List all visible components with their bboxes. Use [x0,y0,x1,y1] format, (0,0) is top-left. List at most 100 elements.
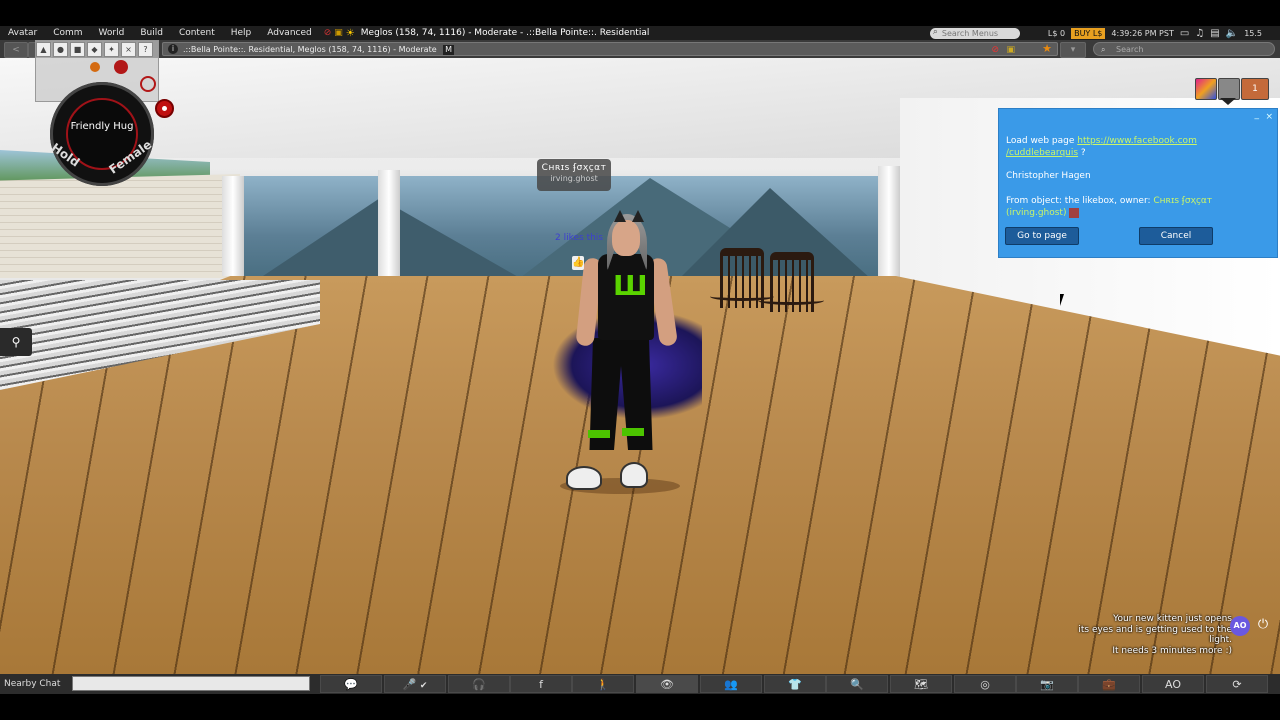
places-button[interactable]: ◎ [954,675,1016,693]
hud-tool-icon[interactable]: ▲ [36,42,51,57]
facebook-icon: f [539,678,543,691]
favorite-star-icon[interactable]: ★ [1042,42,1052,56]
snapshot-button[interactable]: 📷 [1016,675,1078,693]
location-bar[interactable]: i .::Bella Pointe::. Residential, Meglos… [162,42,1058,56]
menu-world[interactable]: World [91,28,133,38]
load-url-dialog: _ × Load web page https://www.facebook.c… [998,108,1278,258]
hud-counter-icon[interactable]: 1 [1241,78,1269,100]
menu-comm[interactable]: Comm [45,28,90,38]
info-icon[interactable]: i [168,44,178,54]
dialog-from: From object: the likebox, owner: Cʜʀɪs ʄ… [1006,195,1272,219]
hud-tool-icon[interactable]: ◆ [87,42,102,57]
clock: 4:39:26 PM PST [1111,28,1174,38]
volume-icon[interactable]: 🔈 [1226,28,1238,39]
nearby-chat-label[interactable]: Nearby Chat [4,677,60,691]
menu-advanced[interactable]: Advanced [259,28,319,38]
back-button[interactable]: < [4,42,28,58]
location-pin-button[interactable]: ⚲ [0,328,32,356]
menu-content[interactable]: Content [171,28,223,38]
pillar [878,166,900,278]
no-build-icon: ▣ [1006,45,1015,55]
minimize-icon[interactable]: _ [1255,110,1260,120]
search-icon: ⌕ [1101,45,1106,54]
appearance-button[interactable]: 👕 [764,675,826,693]
navigation-bar: < > i .::Bella Pointe::. Residential, Me… [0,40,1280,58]
avatar-sock [622,428,644,436]
menu-bar: Avatar Comm World Build Content Help Adv… [0,26,1280,40]
location-text: .::Bella Pointe::. Residential, Meglos (… [183,45,437,54]
buy-currency-button[interactable]: BUY L$ [1071,27,1106,39]
chat-input[interactable] [72,676,310,691]
hud-tool-icon[interactable]: ● [53,42,68,57]
hud-pointer-icon[interactable] [90,62,100,72]
owner-avatar-icon [1069,207,1080,218]
gesture-label: Friendly Hug [70,121,134,132]
fps-readout: 15.5 [1244,28,1262,38]
menu-help[interactable]: Help [223,28,260,38]
cancel-button[interactable]: Cancel [1139,227,1213,245]
hud-image-icon[interactable] [1195,78,1217,100]
hud-tool-icon[interactable]: ? [138,42,153,57]
notice-line: its eyes and is getting used to the ligh… [1078,624,1232,646]
pillar [222,176,244,276]
no-build-icon[interactable]: ▣ [334,28,343,38]
hud-refresh-icon[interactable] [140,76,156,92]
maturity-badge: M [443,45,455,55]
walking-person-icon: 🚶 [596,678,610,691]
menu-build[interactable]: Build [132,28,171,38]
hud-tool-icon[interactable]: ✦ [104,42,119,57]
checkmark-icon: ✔ [419,681,428,691]
music-icon[interactable]: ♫ [1195,28,1204,39]
notice-line: It needs 3 minutes more :) [1112,645,1232,656]
cat-ear [632,210,644,222]
sync-button[interactable]: ⟳ [1206,675,1268,693]
like-thumb-icon[interactable]: 👍 [572,256,584,270]
search-menus-input[interactable]: Search Menus [929,27,1020,39]
world-map-button[interactable]: 🗺 [890,675,952,693]
likes-text: 2 likes this [555,233,603,243]
monitor-icon[interactable]: ▭ [1180,28,1189,39]
monster-logo-icon: Ш [613,269,648,302]
sun-icon[interactable]: ☀ [346,28,355,39]
avatar-display-name: Cʜʀɪs ʄσҳçαт [541,163,607,173]
balance: L$ 0 [1047,28,1066,38]
media-icon[interactable]: ▤ [1210,28,1219,39]
dialog-url-link[interactable]: /cuddlebearquis [1006,148,1078,158]
facebook-button[interactable]: f [510,675,572,693]
avatar-head[interactable] [612,220,640,256]
ao-button[interactable]: AO [1142,675,1204,693]
no-voice-icon[interactable]: ⊘ [324,28,332,38]
dialog-owner-name[interactable]: Cʜʀɪs ʄσҳçαт [1153,196,1212,206]
search-input[interactable]: ⌕ Search [1093,42,1275,56]
ao-hud-badge[interactable]: AO [1230,616,1250,636]
record-button[interactable] [155,99,174,118]
go-to-page-button[interactable]: Go to page [1005,227,1079,245]
inventory-button[interactable]: 💼 [1078,675,1140,693]
menu-avatar[interactable]: Avatar [0,28,45,38]
search-button[interactable]: 🔍 [826,675,888,693]
close-icon[interactable]: × [1265,112,1273,122]
speak-button[interactable]: 🎤 ✔ [384,675,446,693]
hud-red-icon[interactable] [114,60,128,74]
voice-settings-button[interactable]: 🎧 [448,675,510,693]
power-icon[interactable]: ⏻ [1254,616,1272,634]
hud-cube-icon[interactable] [1218,78,1240,100]
close-icon[interactable]: × [121,42,136,57]
dialog-owner-username[interactable]: (irving.ghost) [1006,208,1066,218]
dialog-recipient: Christopher Hagen [1006,171,1091,181]
avatar-shoe [566,466,602,490]
mouse-cursor-icon [1060,294,1064,306]
people-button[interactable]: 👥 [700,675,762,693]
camera-button[interactable]: 👁 [636,675,698,693]
chevron-down-icon: ▾ [1070,45,1076,55]
notice-line: Your new kitten just opens [1113,614,1232,624]
conversations-button[interactable]: 💬 [320,675,382,693]
avatar-nametag[interactable]: Cʜʀɪs ʄσҳçαт irving.ghost [537,159,611,191]
dialog-url-link[interactable]: https://www.facebook.com [1077,136,1197,146]
dialog-url-suffix: ? [1078,148,1086,158]
move-button[interactable]: 🚶 [572,675,634,693]
hud-tool-icon[interactable]: ■ [70,42,85,57]
back-icon: < [12,45,20,55]
location-dropdown[interactable]: ▾ [1060,42,1086,58]
dialog-from-prefix: From object: the likebox, owner: [1006,196,1154,206]
